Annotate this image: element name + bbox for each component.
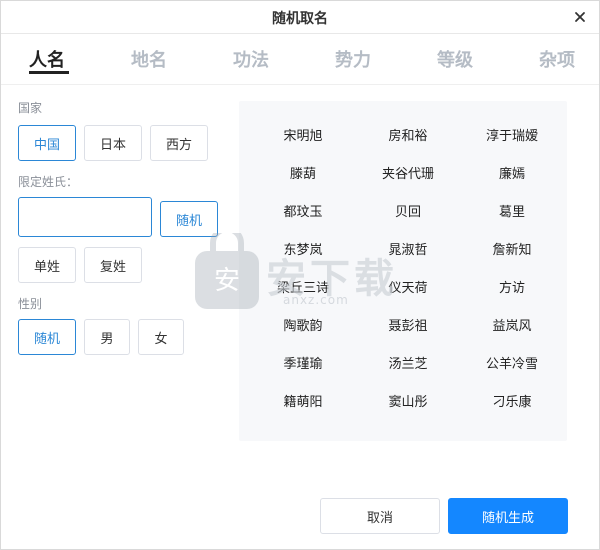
title-bar: 随机取名 [1,1,599,34]
name-item[interactable]: 都玟玉 [248,201,358,220]
name-item[interactable]: 方访 [457,277,567,296]
name-item[interactable]: 夹谷代珊 [353,163,463,182]
name-item[interactable]: 贝回 [353,201,463,220]
country-western-button[interactable]: 西方 [150,125,208,161]
gender-random-button[interactable]: 随机 [18,319,76,355]
name-item[interactable]: 葛里 [457,201,567,220]
active-tab-indicator [29,71,69,74]
name-item[interactable]: 汤兰芝 [353,353,463,372]
cancel-button[interactable]: 取消 [320,498,440,534]
name-item[interactable]: 滕葫 [248,163,358,182]
name-item[interactable]: 房和裕 [353,125,463,144]
tab-person-name[interactable]: 人名 [29,46,65,72]
surname-input[interactable] [18,197,152,237]
country-japan-button[interactable]: 日本 [84,125,142,161]
tab-level[interactable]: 等级 [437,46,473,72]
tab-place-name[interactable]: 地名 [131,46,167,72]
name-item[interactable]: 公羊冷雪 [457,353,567,372]
gender-male-button[interactable]: 男 [84,319,130,355]
name-item[interactable]: 詹新知 [457,239,567,258]
generate-button[interactable]: 随机生成 [448,498,568,534]
svg-text:安: 安 [214,266,240,296]
name-item[interactable]: 淳于瑞嫒 [457,125,567,144]
tab-faction[interactable]: 势力 [335,46,371,72]
gender-female-button[interactable]: 女 [138,319,184,355]
name-item[interactable]: 宋明旭 [248,125,358,144]
name-item[interactable]: 窦山彤 [353,391,463,410]
name-item[interactable]: 籍萌阳 [248,391,358,410]
name-item[interactable]: 廉嫣 [457,163,567,182]
name-item[interactable]: 陶歌韵 [248,315,358,334]
name-item[interactable]: 聂彭祖 [353,315,463,334]
tab-misc[interactable]: 杂项 [539,46,575,72]
random-name-dialog: 随机取名 人名 地名 功法 势力 等级 杂项 国家 中国 日本 西方 限定姓氏：… [0,0,600,550]
name-item[interactable]: 季瑾瑜 [248,353,358,372]
name-item[interactable]: 刁乐康 [457,391,567,410]
gender-label: 性别 [18,297,43,311]
surname-label: 限定姓氏： [18,175,79,189]
watermark-subtext: anxz.com [283,293,349,307]
compound-surname-button[interactable]: 复姓 [84,247,142,283]
dialog-title: 随机取名 [272,11,328,27]
country-label: 国家 [18,101,43,115]
category-tabs: 人名 地名 功法 势力 等级 杂项 [1,34,599,85]
tab-technique[interactable]: 功法 [233,46,269,72]
surname-random-button[interactable]: 随机 [160,201,218,237]
single-surname-button[interactable]: 单姓 [18,247,76,283]
country-china-button[interactable]: 中国 [18,125,76,161]
close-icon[interactable] [571,8,589,26]
name-item[interactable]: 益岚风 [457,315,567,334]
